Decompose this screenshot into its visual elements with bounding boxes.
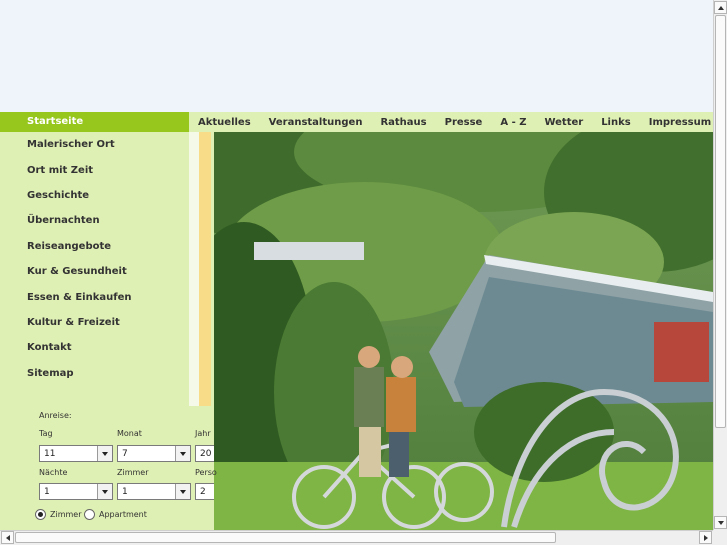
horizontal-scroll-thumb[interactable]	[15, 532, 556, 543]
month-label: Monat	[117, 429, 142, 438]
sidebar-item-ort-mit-zeit[interactable]: Ort mit Zeit	[0, 157, 189, 182]
chevron-down-icon	[97, 484, 112, 499]
day-value: 11	[44, 449, 56, 459]
sidebar-menu: Malerischer Ort Ort mit Zeit Geschichte …	[0, 132, 189, 386]
year-select[interactable]: 20	[195, 445, 214, 462]
decorative-stripe	[199, 132, 211, 406]
sidebar-item-kultur-freizeit[interactable]: Kultur & Freizeit	[0, 310, 189, 335]
nav-wetter[interactable]: Wetter	[544, 117, 583, 128]
rooms-label: Zimmer	[117, 468, 149, 477]
nav-veranstaltungen[interactable]: Veranstaltungen	[269, 117, 363, 128]
radio-appartment-label: Appartment	[99, 510, 147, 519]
nav-impressum[interactable]: Impressum	[649, 117, 711, 128]
sidebar-item-reiseangebote[interactable]: Reiseangebote	[0, 234, 189, 259]
scroll-left-button[interactable]	[1, 531, 14, 544]
radio-zimmer[interactable]	[35, 509, 46, 520]
radio-appartment[interactable]	[84, 509, 95, 520]
rooms-value: 1	[122, 487, 128, 497]
sidebar-item-essen-einkaufen[interactable]: Essen & Einkaufen	[0, 284, 189, 309]
sidebar-item-kur-gesundheit[interactable]: Kur & Gesundheit	[0, 259, 189, 284]
sidebar-item-geschichte[interactable]: Geschichte	[0, 183, 189, 208]
sidebar-divider	[189, 132, 199, 406]
day-select[interactable]: 11	[39, 445, 113, 462]
scroll-up-button[interactable]	[714, 1, 727, 14]
nights-label: Nächte	[39, 468, 68, 477]
scroll-down-button[interactable]	[714, 516, 727, 529]
year-value: 20	[200, 449, 212, 459]
top-menu: Aktuelles Veranstaltungen Rathaus Presse…	[189, 112, 720, 132]
nights-value: 1	[44, 487, 50, 497]
sidebar-item-sitemap[interactable]: Sitemap	[0, 361, 189, 386]
nav-links[interactable]: Links	[601, 117, 631, 128]
persons-label: Perso	[195, 468, 217, 477]
nights-select[interactable]: 1	[39, 483, 113, 500]
sidebar-item-malerischer-ort[interactable]: Malerischer Ort	[0, 132, 189, 157]
header-photo	[214, 132, 713, 530]
nav-startseite[interactable]: Startseite	[0, 112, 189, 132]
day-label: Tag	[39, 429, 53, 438]
scroll-right-button[interactable]	[699, 531, 712, 544]
month-value: 7	[122, 449, 128, 459]
rooms-select[interactable]: 1	[117, 483, 191, 500]
nav-presse[interactable]: Presse	[445, 117, 483, 128]
chevron-down-icon	[175, 484, 190, 499]
sidebar-item-uebernachten[interactable]: Übernachten	[0, 208, 189, 233]
chevron-down-icon	[97, 446, 112, 461]
persons-select[interactable]: 2	[195, 483, 214, 500]
scrollbar-corner	[713, 530, 727, 545]
nav-rathaus[interactable]: Rathaus	[380, 117, 426, 128]
nav-aktuelles[interactable]: Aktuelles	[198, 117, 251, 128]
month-select[interactable]: 7	[117, 445, 191, 462]
radio-zimmer-label: Zimmer	[50, 510, 82, 519]
sidebar-item-kontakt[interactable]: Kontakt	[0, 335, 189, 360]
chevron-down-icon	[175, 446, 190, 461]
nav-a-z[interactable]: A - Z	[500, 117, 526, 128]
persons-value: 2	[200, 487, 206, 497]
vertical-scroll-thumb[interactable]	[715, 15, 726, 428]
arrival-title: Anreise:	[39, 411, 72, 420]
year-label: Jahr	[195, 429, 211, 438]
header-banner	[0, 0, 713, 112]
